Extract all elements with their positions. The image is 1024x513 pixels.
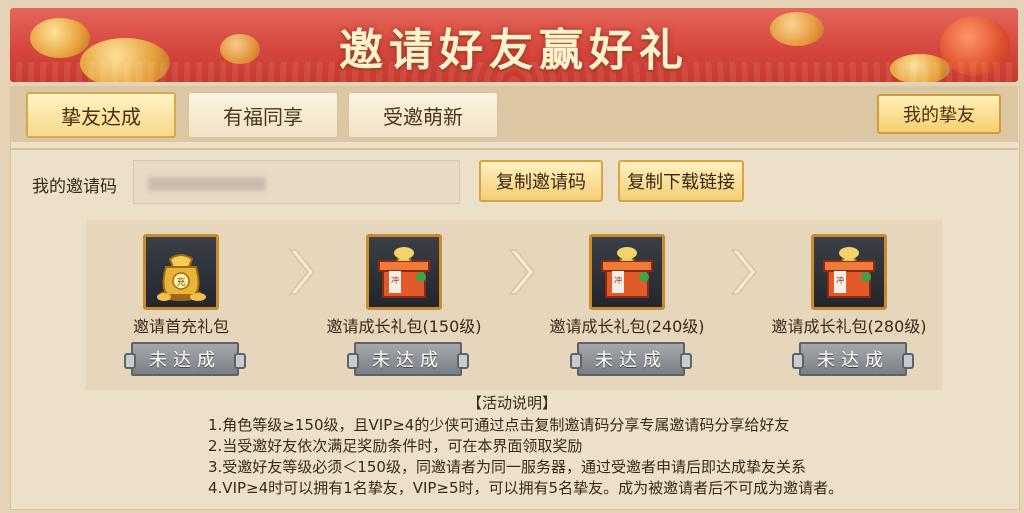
svg-text:冲: 冲	[614, 275, 622, 285]
reward-label: 邀请成长礼包(240级)	[549, 317, 705, 336]
note-line: 4.VIP≥4时可以拥有1名挚友，VIP≥5时，可以拥有5名挚友。成为被邀请者后…	[208, 479, 844, 497]
banner-title: 邀请好友赢好礼	[339, 25, 689, 76]
invite-friends-window: 邀请好友赢好礼 挚友达成 有福同享 受邀萌新 我的挚友 我的邀请码 复制邀请码 …	[0, 0, 1024, 513]
reward-label: 邀请成长礼包(280级)	[771, 317, 927, 336]
note-line: 3.受邀好友等级必须＜150级，同邀请者为同一服务器，通过受邀者申请后即达成挚友…	[208, 458, 806, 476]
my-friends-button[interactable]: 我的挚友	[877, 94, 1001, 134]
note-line: 1.角色等级≥150级，且VIP≥4的少侠可通过点击复制邀请码分享专属邀请码分享…	[208, 416, 790, 434]
gold-money-bag-icon[interactable]: 充	[143, 234, 219, 310]
reward-status-button[interactable]: 未达成	[347, 342, 469, 376]
notes-title: 【活动说明】	[466, 394, 557, 412]
tab-friend-achieved[interactable]: 挚友达成	[26, 92, 176, 138]
redacted-code	[148, 177, 266, 191]
reward-status-button[interactable]: 未达成	[124, 342, 246, 376]
tab-invited-newbie[interactable]: 受邀萌新	[348, 92, 498, 138]
reward-status-button[interactable]: 未达成	[792, 342, 914, 376]
arrow-right-icon	[730, 249, 757, 295]
gift-box-icon[interactable]: 冲	[811, 234, 887, 310]
copy-download-link-button[interactable]: 复制下载链接	[618, 160, 744, 202]
gift-box-icon[interactable]: 冲	[366, 234, 442, 310]
tab-share-fortune[interactable]: 有福同享	[188, 92, 338, 138]
svg-text:充: 充	[176, 276, 185, 288]
reward-label: 邀请成长礼包(150级)	[326, 317, 482, 336]
reward-label: 邀请首充礼包	[132, 317, 229, 336]
divider	[10, 148, 1018, 150]
svg-text:冲: 冲	[836, 275, 844, 285]
event-banner: 邀请好友赢好礼	[10, 8, 1018, 82]
copy-invite-code-button[interactable]: 复制邀请码	[479, 160, 603, 202]
gift-box-icon[interactable]: 冲	[589, 234, 665, 310]
arrow-right-icon	[508, 249, 535, 295]
invite-code-label: 我的邀请码	[32, 177, 117, 197]
note-line: 2.当受邀好友依次满足奖励条件时，可在本界面领取奖励	[208, 437, 583, 455]
svg-text:冲: 冲	[391, 275, 399, 285]
reward-status-button[interactable]: 未达成	[570, 342, 692, 376]
invite-code-field[interactable]	[133, 160, 460, 204]
arrow-right-icon	[288, 249, 315, 295]
